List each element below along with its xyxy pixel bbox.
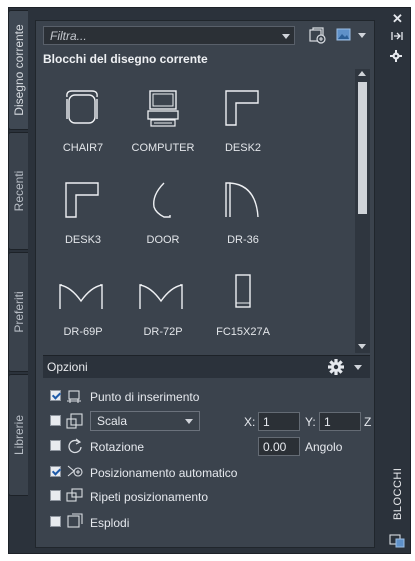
browse-blocks-icon[interactable]	[308, 27, 328, 45]
block-item-desk3[interactable]: DESK3	[43, 161, 123, 247]
options-title: Opzioni	[47, 360, 88, 374]
fc15x27a-icon	[235, 274, 251, 308]
angle-label: Angolo	[305, 440, 343, 454]
scroll-up-icon[interactable]	[358, 71, 366, 76]
tab-disegno-corrente[interactable]: Disegno corrente	[8, 10, 28, 130]
block-name: FC15X27A	[216, 326, 270, 338]
scroll-down-icon[interactable]	[358, 344, 366, 349]
options-chevron-down-icon[interactable]	[354, 365, 362, 370]
vertical-tabs: Disegno corrente Recenti Preferiti Libre…	[8, 10, 28, 498]
tab-recenti[interactable]: Recenti	[8, 132, 28, 250]
explode-icon	[67, 513, 83, 528]
tab-librerie[interactable]: Librerie	[8, 374, 28, 496]
block-name: DESK2	[224, 142, 262, 154]
dr36-icon	[225, 182, 259, 218]
rotation-checkbox[interactable]	[50, 440, 61, 451]
desk2-icon	[225, 90, 259, 126]
block-item-computer[interactable]: COMPUTER	[123, 69, 203, 155]
rotation-label: Rotazione	[90, 440, 145, 454]
auto-placement-icon	[67, 465, 83, 477]
block-item-chair7[interactable]: CHAIR7	[43, 69, 123, 155]
repeat-placement-icon	[66, 488, 83, 502]
insertion-point-checkbox[interactable]	[50, 390, 61, 401]
block-name: CHAIR7	[62, 142, 104, 154]
repeat-placement-checkbox[interactable]	[50, 490, 61, 501]
block-name: DESK3	[64, 234, 102, 246]
block-name: COMPUTER	[131, 142, 195, 154]
block-item-fc15x27a[interactable]: FC15X27A	[203, 253, 283, 339]
block-item-dr-36[interactable]: DR-36	[203, 161, 283, 247]
explode-checkbox[interactable]	[50, 516, 61, 527]
insertion-point-label: Punto di inserimento	[90, 390, 200, 404]
tab-label: Librerie	[11, 414, 26, 456]
block-item-dr-72p[interactable]: DR-72P	[123, 253, 203, 339]
repeat-placement-label: Ripeti posizionamento	[90, 490, 209, 504]
close-icon[interactable]: ✕	[392, 11, 403, 27]
thumbnail-view-icon[interactable]	[336, 28, 352, 42]
scale-checkbox[interactable]	[50, 415, 61, 426]
insertion-point-icon	[67, 390, 81, 403]
angle-input[interactable]: 0.00	[258, 437, 300, 456]
block-item-dr-69p[interactable]: DR-69P	[43, 253, 123, 339]
auto-hide-icon[interactable]	[391, 30, 403, 42]
dr69p-icon	[59, 284, 103, 309]
filter-combo[interactable]: Filtra...	[43, 26, 295, 45]
chevron-down-icon[interactable]	[282, 34, 290, 39]
chevron-down-icon	[185, 419, 193, 424]
block-item-door[interactable]: DOOR	[123, 161, 203, 247]
block-name: DR-69P	[63, 326, 103, 338]
rotation-icon	[68, 438, 82, 454]
scroll-thumb[interactable]	[358, 82, 367, 214]
computer-icon	[147, 90, 179, 127]
tab-label: Disegno corrente	[11, 24, 26, 116]
desk3-icon	[65, 182, 99, 218]
palette-menu-icon[interactable]	[389, 532, 405, 548]
block-name: DR-72P	[143, 326, 183, 338]
scale-x-label: X:	[244, 415, 256, 429]
scale-combo[interactable]: Scala	[90, 411, 200, 431]
scale-icon	[66, 413, 83, 429]
filter-placeholder: Filtra...	[50, 29, 87, 43]
gear-icon[interactable]	[327, 358, 345, 376]
tab-preferiti[interactable]: Preferiti	[8, 252, 28, 372]
block-item-desk2[interactable]: DESK2	[203, 69, 283, 155]
scale-y-input[interactable]: 1	[319, 412, 361, 431]
block-name: DOOR	[146, 234, 180, 246]
properties-gear-icon[interactable]	[390, 50, 402, 62]
scale-y-label: Y:	[305, 415, 316, 429]
block-name: DR-36	[227, 234, 259, 246]
options-header[interactable]: Opzioni	[43, 355, 370, 378]
auto-placement-checkbox[interactable]	[50, 466, 61, 477]
scale-z-label: Z	[364, 415, 372, 429]
auto-placement-label: Posizionamento automatico	[90, 466, 238, 480]
scale-value: Scala	[97, 414, 128, 428]
explode-label: Esplodi	[90, 516, 130, 530]
section-title: Blocchi del disegno corrente	[43, 52, 208, 66]
tab-label: Preferiti	[11, 291, 26, 333]
tab-label: Recenti	[11, 170, 26, 212]
palette-title: BLOCCHI	[392, 467, 404, 520]
scale-x-input[interactable]: 1	[258, 412, 300, 431]
door-icon	[153, 182, 171, 218]
blocks-grid: CHAIR7 COMPUTER DESK2 DESK3 DOOR DR-36 D…	[43, 69, 353, 353]
chair-icon	[66, 90, 98, 124]
view-options-chevron-icon[interactable]	[358, 33, 366, 38]
dr72p-icon	[139, 284, 183, 309]
